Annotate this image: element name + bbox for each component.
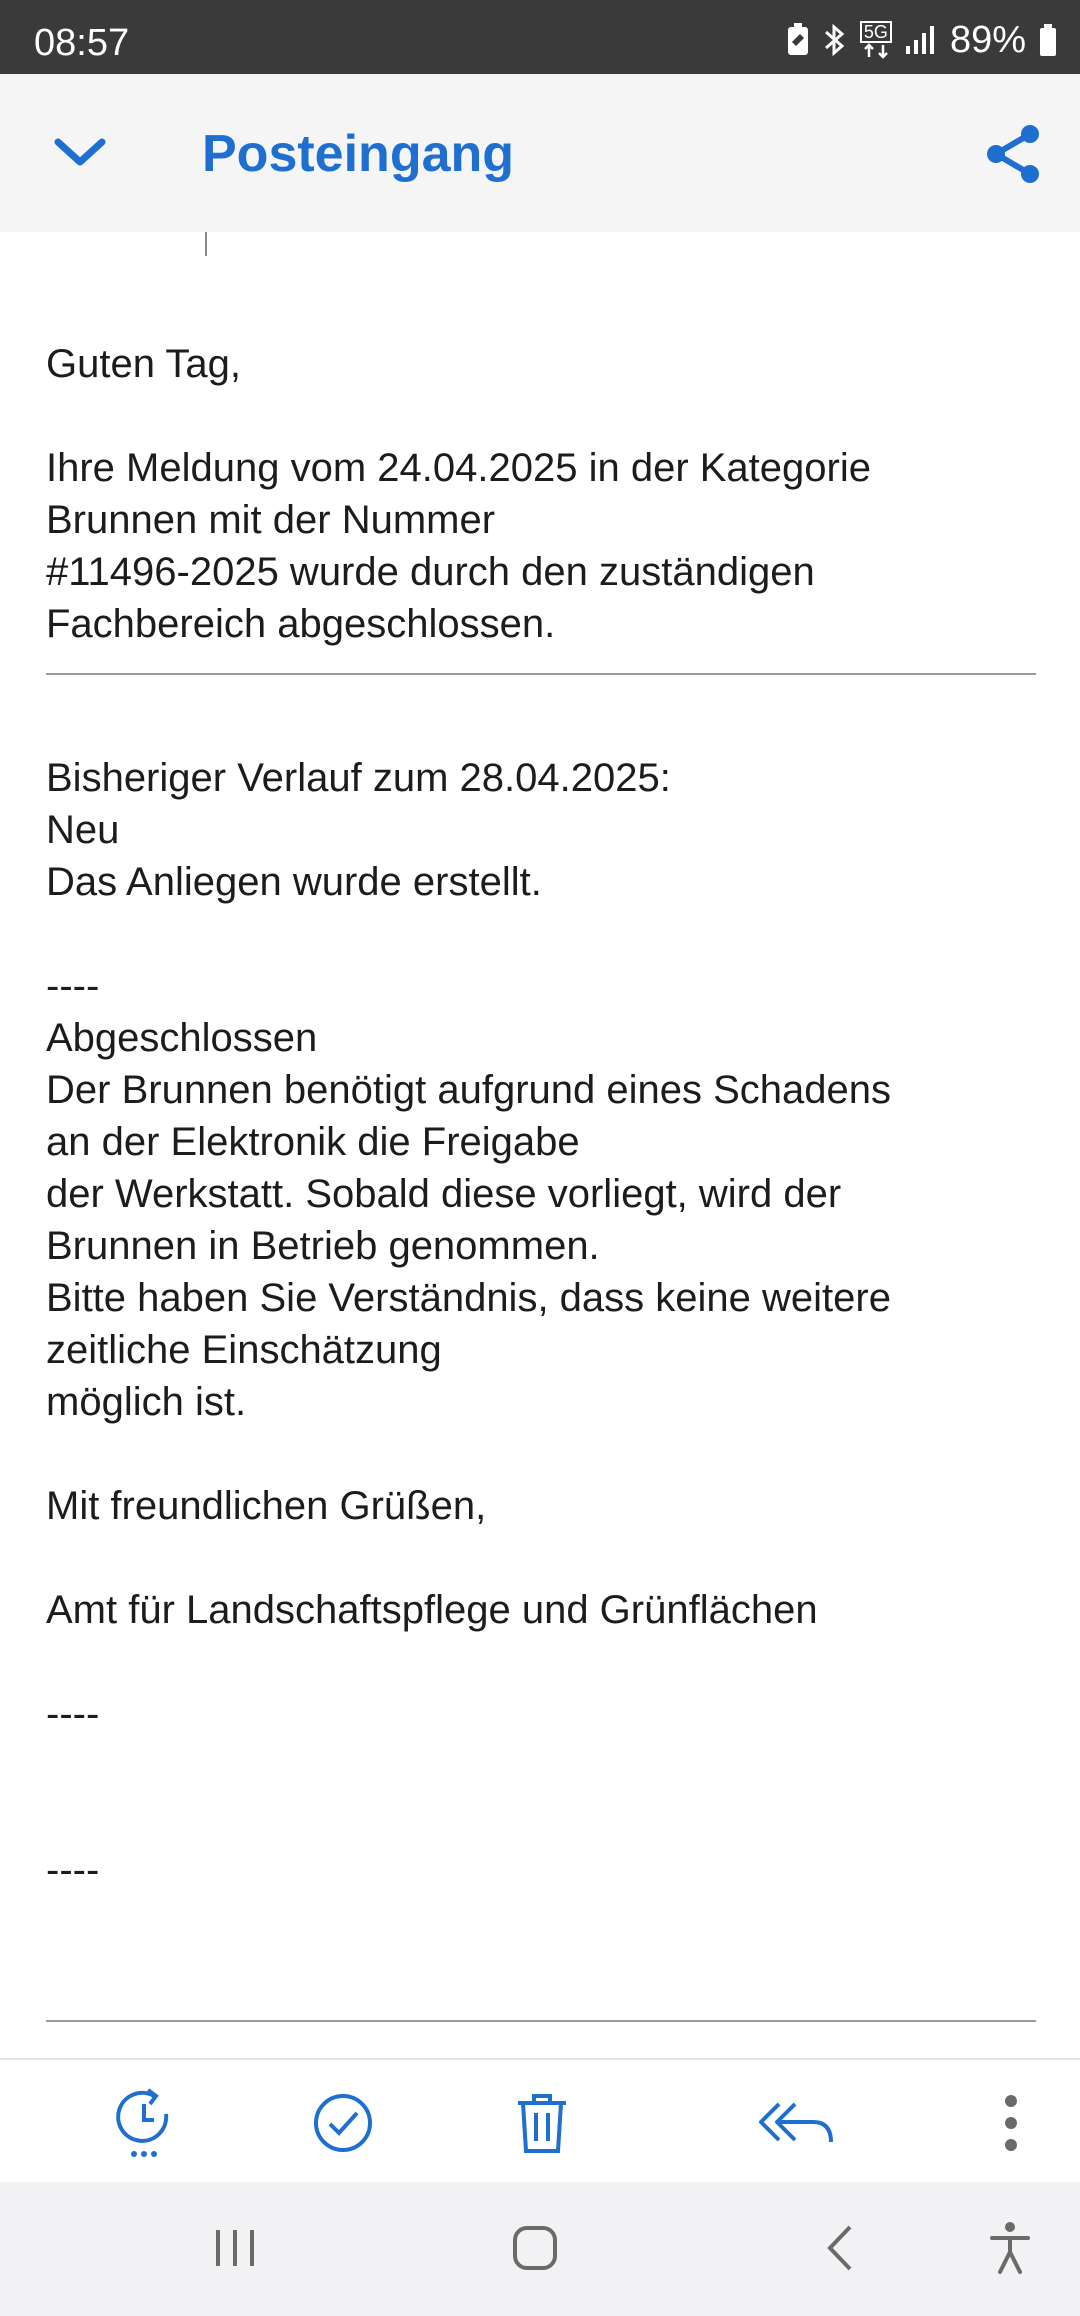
bluetooth-icon bbox=[822, 22, 848, 58]
intro-paragraph: Ihre Meldung vom 24.04.2025 in der Kateg… bbox=[46, 446, 871, 646]
history-entry: ---- Abgeschlossen Der Brunnen benötigt … bbox=[46, 960, 1046, 1428]
back-icon bbox=[822, 2223, 858, 2278]
sender: Amt für Landschaftspflege und Grünfläche… bbox=[46, 1588, 818, 1632]
more-options-icon bbox=[1001, 2093, 1021, 2158]
network-type-icon: 5G bbox=[859, 21, 892, 59]
delete-button[interactable] bbox=[497, 2080, 587, 2170]
reply-all-button[interactable] bbox=[752, 2080, 842, 2170]
home-button[interactable] bbox=[490, 2210, 580, 2290]
signal-icon bbox=[904, 24, 938, 56]
accessibility-icon bbox=[988, 2220, 1032, 2281]
action-toolbar bbox=[0, 2058, 1080, 2184]
status-bar: 08:57 5G 89% bbox=[0, 0, 1080, 74]
accessibility-button[interactable] bbox=[965, 2210, 1055, 2290]
mark-done-button[interactable] bbox=[298, 2080, 388, 2170]
history-status: Neu bbox=[46, 808, 120, 852]
closing: Mit freundlichen Grüßen, bbox=[46, 1484, 487, 1528]
delete-icon bbox=[514, 2091, 570, 2160]
chevron-down-icon bbox=[52, 134, 108, 175]
separator: ---- bbox=[46, 1692, 100, 1736]
back-button[interactable] bbox=[795, 2210, 885, 2290]
battery-icon bbox=[1038, 23, 1058, 57]
share-button[interactable] bbox=[974, 116, 1054, 196]
page-title: Posteingang bbox=[202, 125, 515, 183]
status-time: 08:57 bbox=[34, 22, 130, 64]
battery-saver-icon bbox=[786, 23, 810, 57]
app-bar: Posteingang bbox=[0, 74, 1080, 232]
separator: ---- bbox=[46, 964, 100, 1008]
greeting: Guten Tag, bbox=[46, 342, 241, 386]
collapse-button[interactable] bbox=[40, 114, 120, 194]
reply-all-icon bbox=[757, 2098, 837, 2153]
divider bbox=[46, 2020, 1036, 2022]
separator: ---- bbox=[46, 1848, 100, 1892]
mark-done-icon bbox=[311, 2091, 375, 2160]
share-icon bbox=[984, 122, 1044, 191]
more-options-button[interactable] bbox=[966, 2080, 1056, 2170]
battery-percent: 89% bbox=[949, 18, 1026, 61]
recent-apps-button[interactable] bbox=[190, 2210, 280, 2290]
home-icon bbox=[510, 2223, 560, 2278]
history-status: Abgeschlossen bbox=[46, 1016, 318, 1060]
text-cursor bbox=[205, 232, 207, 256]
system-nav-bar bbox=[0, 2182, 1080, 2316]
status-icons: 5G 89% bbox=[786, 18, 1058, 62]
snooze-icon bbox=[110, 2086, 180, 2165]
recent-apps-icon bbox=[210, 2226, 260, 2275]
snooze-button[interactable] bbox=[100, 2080, 190, 2170]
history-heading: Bisheriger Verlauf zum 28.04.2025: bbox=[46, 756, 671, 800]
history-section: Bisheriger Verlauf zum 28.04.2025: Neu D… bbox=[46, 752, 1046, 908]
divider bbox=[46, 673, 1036, 675]
